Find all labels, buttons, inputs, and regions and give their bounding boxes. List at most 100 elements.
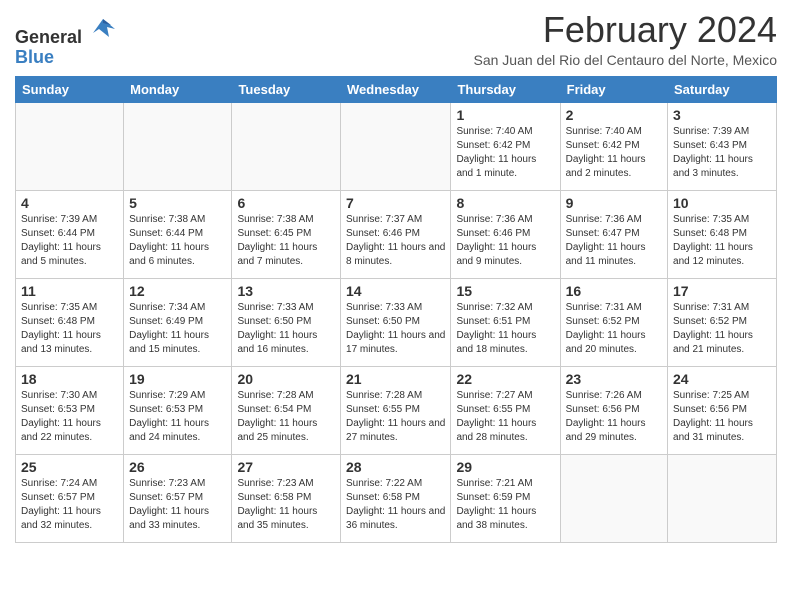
day-number: 28 <box>346 459 445 475</box>
day-number: 13 <box>237 283 335 299</box>
calendar-cell <box>232 103 341 191</box>
calendar-cell: 28 Sunrise: 7:22 AMSunset: 6:58 PMDayligh… <box>341 455 451 543</box>
day-info: Sunrise: 7:22 AMSunset: 6:58 PMDaylight:… <box>346 477 445 533</box>
logo-general: General <box>15 27 82 47</box>
calendar-cell <box>124 103 232 191</box>
day-number: 20 <box>237 371 335 387</box>
calendar-cell: 6 Sunrise: 7:38 AMSunset: 6:45 PMDaylight… <box>232 191 341 279</box>
calendar-cell: 9Sunrise: 7:36 AMSunset: 6:47 PMDaylight… <box>560 191 667 279</box>
calendar-cell: 29 Sunrise: 7:21 AMSunset: 6:59 PMDayligh… <box>451 455 560 543</box>
calendar-cell: 11Sunrise: 7:35 AMSunset: 6:48 PMDayligh… <box>16 279 124 367</box>
day-number: 17 <box>673 283 771 299</box>
calendar-cell: 20 Sunrise: 7:28 AMSunset: 6:54 PMDayligh… <box>232 367 341 455</box>
day-number: 3 <box>673 107 771 123</box>
weekday-header-row: SundayMondayTuesdayWednesdayThursdayFrid… <box>16 77 777 103</box>
day-info: Sunrise: 7:35 AMSunset: 6:48 PMDaylight:… <box>673 213 771 269</box>
day-number: 18 <box>21 371 118 387</box>
day-number: 16 <box>566 283 662 299</box>
day-number: 27 <box>237 459 335 475</box>
day-info: Sunrise: 7:32 AMSunset: 6:51 PMDaylight:… <box>456 301 554 357</box>
day-number: 19 <box>129 371 226 387</box>
calendar-cell <box>16 103 124 191</box>
day-info: Sunrise: 7:24 AMSunset: 6:57 PMDaylight:… <box>21 477 118 533</box>
day-number: 23 <box>566 371 662 387</box>
calendar-cell: 25 Sunrise: 7:24 AMSunset: 6:57 PMDayligh… <box>16 455 124 543</box>
calendar-cell: 7Sunrise: 7:37 AMSunset: 6:46 PMDaylight… <box>341 191 451 279</box>
calendar-cell: 23 Sunrise: 7:26 AMSunset: 6:56 PMDayligh… <box>560 367 667 455</box>
day-info: Sunrise: 7:26 AMSunset: 6:56 PMDaylight:… <box>566 389 662 445</box>
weekday-header-sunday: Sunday <box>16 77 124 103</box>
calendar-cell: 8 Sunrise: 7:36 AMSunset: 6:46 PMDaylight… <box>451 191 560 279</box>
day-info: Sunrise: 7:27 AMSunset: 6:55 PMDaylight:… <box>456 389 554 445</box>
day-info: Sunrise: 7:21 AMSunset: 6:59 PMDaylight:… <box>456 477 554 533</box>
day-info: Sunrise: 7:38 AMSunset: 6:45 PMDaylight:… <box>237 213 335 269</box>
day-number: 4 <box>21 195 118 211</box>
calendar-cell: 26 Sunrise: 7:23 AMSunset: 6:57 PMDayligh… <box>124 455 232 543</box>
calendar-cell <box>668 455 777 543</box>
day-info: Sunrise: 7:36 AMSunset: 6:47 PMDaylight:… <box>566 213 662 269</box>
week-row-2: 4 Sunrise: 7:39 AMSunset: 6:44 PMDaylight… <box>16 191 777 279</box>
day-number: 1 <box>456 107 554 123</box>
week-row-3: 11Sunrise: 7:35 AMSunset: 6:48 PMDayligh… <box>16 279 777 367</box>
logo: General Blue <box>15 15 117 68</box>
calendar-cell <box>341 103 451 191</box>
calendar-cell: 18Sunrise: 7:30 AMSunset: 6:53 PMDayligh… <box>16 367 124 455</box>
day-info: Sunrise: 7:23 AMSunset: 6:58 PMDaylight:… <box>237 477 335 533</box>
day-number: 10 <box>673 195 771 211</box>
calendar-cell: 2 Sunrise: 7:40 AMSunset: 6:42 PMDaylight… <box>560 103 667 191</box>
day-info: Sunrise: 7:28 AMSunset: 6:54 PMDaylight:… <box>237 389 335 445</box>
day-info: Sunrise: 7:36 AMSunset: 6:46 PMDaylight:… <box>456 213 554 269</box>
day-number: 8 <box>456 195 554 211</box>
day-info: Sunrise: 7:40 AMSunset: 6:42 PMDaylight:… <box>566 125 662 181</box>
day-number: 11 <box>21 283 118 299</box>
day-number: 15 <box>456 283 554 299</box>
day-info: Sunrise: 7:28 AMSunset: 6:55 PMDaylight:… <box>346 389 445 445</box>
weekday-header-wednesday: Wednesday <box>341 77 451 103</box>
weekday-header-friday: Friday <box>560 77 667 103</box>
day-number: 29 <box>456 459 554 475</box>
title-block: February 2024 San Juan del Rio del Centa… <box>473 10 777 68</box>
day-number: 25 <box>21 459 118 475</box>
calendar-cell: 10 Sunrise: 7:35 AMSunset: 6:48 PMDayligh… <box>668 191 777 279</box>
day-info: Sunrise: 7:39 AMSunset: 6:44 PMDaylight:… <box>21 213 118 269</box>
day-number: 5 <box>129 195 226 211</box>
calendar-header: SundayMondayTuesdayWednesdayThursdayFrid… <box>16 77 777 103</box>
day-info: Sunrise: 7:31 AMSunset: 6:52 PMDaylight:… <box>566 301 662 357</box>
day-info: Sunrise: 7:40 AMSunset: 6:42 PMDaylight:… <box>456 125 554 181</box>
week-row-1: 1 Sunrise: 7:40 AMSunset: 6:42 PMDaylight… <box>16 103 777 191</box>
day-info: Sunrise: 7:34 AMSunset: 6:49 PMDaylight:… <box>129 301 226 357</box>
calendar-cell: 24 Sunrise: 7:25 AMSunset: 6:56 PMDayligh… <box>668 367 777 455</box>
day-number: 24 <box>673 371 771 387</box>
day-number: 6 <box>237 195 335 211</box>
weekday-header-tuesday: Tuesday <box>232 77 341 103</box>
calendar-title: February 2024 <box>473 10 777 50</box>
weekday-header-saturday: Saturday <box>668 77 777 103</box>
day-info: Sunrise: 7:23 AMSunset: 6:57 PMDaylight:… <box>129 477 226 533</box>
day-number: 26 <box>129 459 226 475</box>
day-number: 12 <box>129 283 226 299</box>
day-info: Sunrise: 7:29 AMSunset: 6:53 PMDaylight:… <box>129 389 226 445</box>
page-header: General Blue February 2024 San Juan del … <box>15 10 777 68</box>
weekday-header-monday: Monday <box>124 77 232 103</box>
calendar-cell: 21Sunrise: 7:28 AMSunset: 6:55 PMDayligh… <box>341 367 451 455</box>
day-info: Sunrise: 7:39 AMSunset: 6:43 PMDaylight:… <box>673 125 771 181</box>
calendar-cell: 12 Sunrise: 7:34 AMSunset: 6:49 PMDayligh… <box>124 279 232 367</box>
logo-line1: General <box>15 15 117 48</box>
calendar-cell: 27 Sunrise: 7:23 AMSunset: 6:58 PMDayligh… <box>232 455 341 543</box>
calendar-body: 1 Sunrise: 7:40 AMSunset: 6:42 PMDaylight… <box>16 103 777 543</box>
weekday-header-thursday: Thursday <box>451 77 560 103</box>
calendar-cell <box>560 455 667 543</box>
day-number: 22 <box>456 371 554 387</box>
calendar-cell: 14Sunrise: 7:33 AMSunset: 6:50 PMDayligh… <box>341 279 451 367</box>
day-info: Sunrise: 7:25 AMSunset: 6:56 PMDaylight:… <box>673 389 771 445</box>
day-number: 2 <box>566 107 662 123</box>
calendar-cell: 19 Sunrise: 7:29 AMSunset: 6:53 PMDayligh… <box>124 367 232 455</box>
logo-bird-icon <box>89 15 117 43</box>
calendar-cell: 3 Sunrise: 7:39 AMSunset: 6:43 PMDaylight… <box>668 103 777 191</box>
logo-blue: Blue <box>15 47 54 67</box>
day-info: Sunrise: 7:31 AMSunset: 6:52 PMDaylight:… <box>673 301 771 357</box>
calendar-cell: 16 Sunrise: 7:31 AMSunset: 6:52 PMDayligh… <box>560 279 667 367</box>
calendar-cell: 4 Sunrise: 7:39 AMSunset: 6:44 PMDaylight… <box>16 191 124 279</box>
week-row-4: 18Sunrise: 7:30 AMSunset: 6:53 PMDayligh… <box>16 367 777 455</box>
calendar-cell: 22 Sunrise: 7:27 AMSunset: 6:55 PMDayligh… <box>451 367 560 455</box>
